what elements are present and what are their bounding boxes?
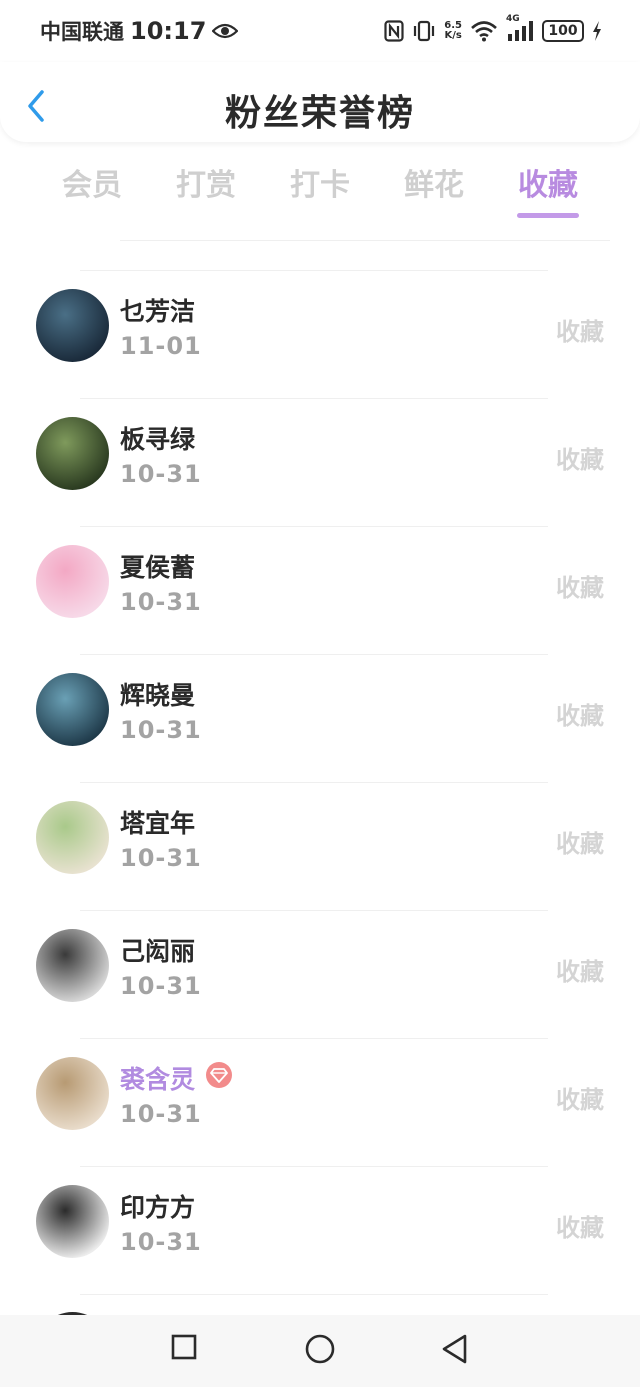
tab-rewards[interactable]: 打赏 (156, 160, 256, 204)
circle-icon (305, 1334, 335, 1364)
favorite-label: 收藏 (556, 958, 604, 986)
system-nav-bar (0, 1315, 640, 1387)
tab-members[interactable]: 会员 (42, 160, 142, 204)
status-left: 中国联通 10:17 (40, 16, 239, 46)
list-item[interactable]: 乜芳洁 11-01 收藏 (0, 270, 640, 398)
avatar[interactable] (36, 1185, 109, 1258)
back-nav-button[interactable] (440, 1333, 470, 1369)
eye-icon (212, 22, 239, 40)
fan-date: 10-31 (120, 716, 202, 744)
divider (80, 1166, 548, 1167)
tab-favorites[interactable]: 收藏 (498, 160, 598, 204)
app-screen: 中国联通 10:17 6.5 K/s 4G 100 粉丝荣誉榜 会员 打赏 打卡… (0, 0, 640, 1387)
fan-name: 裘含灵 (120, 1065, 196, 1094)
avatar[interactable] (36, 545, 109, 618)
tab-flowers[interactable]: 鲜花 (384, 160, 484, 204)
status-bar: 中国联通 10:17 6.5 K/s 4G 100 (0, 0, 640, 62)
list-item[interactable]: 塔宜年 10-31 收藏 (0, 782, 640, 910)
favorite-label: 收藏 (556, 318, 604, 346)
favorite-label: 收藏 (556, 1086, 604, 1114)
square-icon (171, 1334, 197, 1360)
divider (80, 654, 548, 655)
fan-name: 印方方 (120, 1193, 196, 1222)
fan-date: 11-01 (120, 332, 202, 360)
fan-list: 乜芳洁 11-01 收藏 板寻绿 10-31 收藏 夏侯蓄 10-31 收藏 辉… (0, 270, 640, 1385)
list-item[interactable]: 裘含灵 10-31 收藏 (0, 1038, 640, 1166)
list-item[interactable]: 印方方 10-31 收藏 (0, 1166, 640, 1294)
fan-name: 板寻绿 (120, 425, 196, 454)
divider (80, 270, 548, 271)
avatar[interactable] (36, 801, 109, 874)
tab-bar: 会员 打赏 打卡 鲜花 收藏 (0, 160, 640, 220)
fan-name: 己闳丽 (120, 937, 196, 966)
favorite-label: 收藏 (556, 702, 604, 730)
fan-date: 10-31 (120, 1228, 202, 1256)
wifi-icon (470, 20, 498, 42)
avatar[interactable] (36, 673, 109, 746)
fan-name: 乜芳洁 (120, 297, 196, 326)
favorite-label: 收藏 (556, 446, 604, 474)
net-speed-unit: K/s (444, 30, 462, 41)
divider (120, 240, 610, 241)
avatar[interactable] (36, 1057, 109, 1130)
vibrate-icon (412, 20, 436, 42)
recent-apps-button[interactable] (170, 1333, 198, 1365)
list-item[interactable]: 板寻绿 10-31 收藏 (0, 398, 640, 526)
nfc-icon (384, 20, 404, 42)
header: 粉丝荣誉榜 (0, 62, 640, 142)
home-button[interactable] (304, 1333, 336, 1369)
divider (80, 782, 548, 783)
vip-diamond-icon (206, 1062, 232, 1088)
battery-level: 100 (542, 20, 584, 42)
net-speed: 6.5 K/s (444, 21, 462, 41)
fan-name: 辉晓曼 (120, 681, 196, 710)
charging-icon (592, 20, 602, 42)
divider (80, 526, 548, 527)
favorite-label: 收藏 (556, 830, 604, 858)
avatar[interactable] (36, 417, 109, 490)
favorite-label: 收藏 (556, 574, 604, 602)
divider (80, 910, 548, 911)
divider (80, 1294, 548, 1295)
list-item[interactable]: 己闳丽 10-31 收藏 (0, 910, 640, 1038)
triangle-back-icon (442, 1334, 467, 1364)
status-right: 6.5 K/s 4G 100 (384, 14, 602, 42)
page-title: 粉丝荣誉榜 (224, 93, 415, 134)
carrier-label: 中国联通 (40, 20, 124, 44)
list-item[interactable]: 夏侯蓄 10-31 收藏 (0, 526, 640, 654)
avatar[interactable] (36, 289, 109, 362)
clock: 10:17 (130, 17, 207, 45)
divider (80, 398, 548, 399)
active-tab-indicator (517, 213, 579, 218)
divider (80, 1038, 548, 1039)
fan-name: 塔宜年 (120, 809, 196, 838)
tab-checkin[interactable]: 打卡 (270, 160, 370, 204)
favorite-label: 收藏 (556, 1214, 604, 1242)
fan-date: 10-31 (120, 460, 202, 488)
fan-date: 10-31 (120, 1100, 202, 1128)
fan-date: 10-31 (120, 588, 202, 616)
fan-date: 10-31 (120, 844, 202, 872)
signal-type: 4G (506, 14, 520, 24)
cell-signal-icon: 4G (506, 14, 534, 42)
fan-name: 夏侯蓄 (120, 553, 196, 582)
list-item[interactable]: 辉晓曼 10-31 收藏 (0, 654, 640, 782)
fan-date: 10-31 (120, 972, 202, 1000)
avatar[interactable] (36, 929, 109, 1002)
